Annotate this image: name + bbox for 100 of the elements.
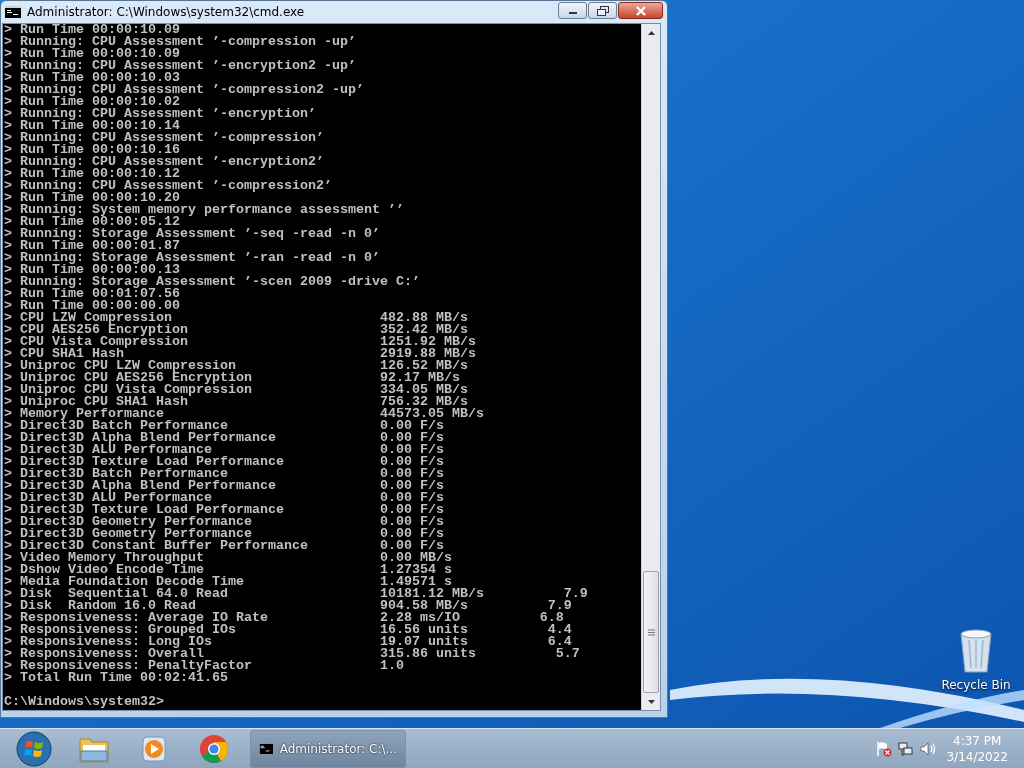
- result-value: 16.56 units: [379, 624, 468, 636]
- console-line: > Run Time 00:00:10.03: [4, 72, 180, 84]
- console-line: > Running: CPU Assessment ’-encryption’: [4, 108, 316, 120]
- result-score: 5.7: [555, 648, 580, 660]
- restore-icon: [596, 5, 609, 16]
- result-value: 10181.12 MB/s: [379, 588, 484, 600]
- result-value: 1251.92 MB/s: [379, 336, 476, 348]
- result-label: > Direct3D Batch Performance: [4, 420, 228, 432]
- result-value: 19.07 units: [379, 636, 468, 648]
- command-prompt[interactable]: C:\Windows\system32>: [4, 696, 164, 708]
- minimize-button[interactable]: [558, 2, 587, 19]
- result-value: 482.88 MB/s: [379, 312, 468, 324]
- console-line: > Run Time 00:00:10.12: [4, 168, 180, 180]
- result-label: > Memory Performance: [4, 408, 164, 420]
- result-label: > Dshow Video Encode Time: [4, 564, 205, 576]
- scroll-down-icon[interactable]: [647, 699, 655, 704]
- result-value: 334.05 MB/s: [379, 384, 468, 396]
- console-line: > Run Time 00:00:00.13: [4, 264, 180, 276]
- result-label: > Media Foundation Decode Time: [4, 576, 245, 588]
- media-player-icon[interactable]: [140, 734, 168, 763]
- result-value: 92.17 MB/s: [379, 372, 460, 384]
- window-title: Administrator: C:\Windows\system32\cmd.exe: [27, 5, 306, 19]
- result-label: > CPU Vista Compression: [4, 336, 189, 348]
- console-line: > Running: CPU Assessment ’-compression -up’: [4, 36, 356, 48]
- result-label: > CPU LZW Compression: [4, 312, 172, 324]
- result-value: 2919.88 MB/s: [379, 348, 476, 360]
- result-label: > Direct3D Batch Performance: [4, 468, 228, 480]
- result-score: 7.9: [547, 600, 572, 612]
- console-line: > Running: Storage Assessment ’-scen 2009 -drive C:’: [4, 276, 420, 288]
- result-value: 0.00 MB/s: [379, 552, 452, 564]
- result-value: 0.00 F/s: [379, 516, 444, 528]
- result-label: > Responsiveness: PenaltyFactor: [4, 660, 253, 672]
- result-value: 0.00 F/s: [379, 432, 444, 444]
- result-value: 1.49571 s: [379, 576, 452, 588]
- result-value: 44573.05 MB/s: [379, 408, 484, 420]
- close-icon: [634, 5, 647, 16]
- scroll-up-icon[interactable]: [647, 30, 655, 35]
- result-label: > Direct3D Alpha Blend Performance: [4, 480, 277, 492]
- network-icon[interactable]: [898, 740, 915, 757]
- result-label: > CPU SHA1 Hash: [4, 348, 124, 360]
- result-value: 315.86 units: [379, 648, 476, 660]
- result-label: > Disk Random 16.0 Read: [4, 600, 196, 612]
- console-line: > Run Time 00:00:10.09: [4, 48, 180, 60]
- scrollbar[interactable]: [641, 24, 660, 710]
- result-label: > Direct3D Geometry Performance: [4, 528, 252, 540]
- result-label: > Responsiveness: Grouped IOs: [4, 624, 237, 636]
- result-label: > Video Memory Throughput: [4, 552, 205, 564]
- console-line: > Running: Storage Assessment ’-ran -read -n 0’: [4, 252, 380, 264]
- result-value: 126.52 MB/s: [379, 360, 468, 372]
- result-score: 6.4: [547, 636, 572, 648]
- result-label: > CPU AES256 Encryption: [4, 324, 189, 336]
- console-line: > Run Time 00:00:10.16: [4, 144, 180, 156]
- result-value: 0.00 F/s: [379, 444, 444, 456]
- result-value: 0.00 F/s: [379, 480, 444, 492]
- result-label: > Direct3D Constant Buffer Performance: [4, 540, 309, 552]
- result-value: 756.32 MB/s: [379, 396, 468, 408]
- console-line: > Running: System memory performance assessment ’’: [4, 204, 404, 216]
- result-value: 0.00 F/s: [379, 456, 444, 468]
- result-value: 0.00 F/s: [379, 540, 444, 552]
- result-label: > Direct3D Texture Load Performance: [4, 504, 285, 516]
- console-line: > Running: CPU Assessment ’-encryption2’: [4, 156, 324, 168]
- scroll-thumb[interactable]: [643, 571, 659, 693]
- result-value: 0.00 F/s: [379, 528, 444, 540]
- result-value: 904.58 MB/s: [379, 600, 468, 612]
- result-score: 7.9: [563, 588, 588, 600]
- trash-bin-icon[interactable]: [958, 628, 994, 674]
- console-line: > Running: CPU Assessment ’-compression2 -up’: [4, 84, 364, 96]
- result-label: > Direct3D ALU Performance: [4, 444, 212, 456]
- result-value: 0.00 F/s: [379, 420, 444, 432]
- console-line: > Run Time 00:00:10.09: [4, 24, 180, 36]
- result-label: > Uniproc CPU SHA1 Hash: [4, 396, 188, 408]
- result-value: 1.27354 s: [379, 564, 452, 576]
- close-button[interactable]: [618, 2, 663, 19]
- icon-label[interactable]: Recycle Bin: [941, 678, 1011, 692]
- console-line: > Run Time 00:00:00.00: [4, 300, 180, 312]
- result-label: > Responsiveness: Overall: [4, 648, 204, 660]
- browser-icon[interactable]: [199, 733, 229, 764]
- result-value: 0.00 F/s: [379, 468, 444, 480]
- console-line: > Running: CPU Assessment ’-encryption2 -up’: [4, 60, 356, 72]
- result-score: 4.4: [547, 624, 572, 636]
- result-value: 0.00 F/s: [379, 504, 444, 516]
- result-score: 6.8: [539, 612, 564, 624]
- result-value: 0.00 F/s: [379, 492, 444, 504]
- start-button[interactable]: [15, 729, 53, 768]
- console-line: > Run Time 00:00:10.20: [4, 192, 180, 204]
- result-label: > Direct3D Texture Load Performance: [4, 456, 285, 468]
- console-line: > Running: CPU Assessment ’-compression’: [4, 132, 324, 144]
- restore-button[interactable]: [588, 2, 617, 19]
- flag-icon[interactable]: [876, 740, 893, 757]
- console-line: > Run Time 00:01:07.56: [4, 288, 180, 300]
- console-line: > Run Time 00:00:01.87: [4, 240, 180, 252]
- result-value: 1.0: [379, 660, 404, 672]
- result-label: > Responsiveness: Long IOs: [4, 636, 213, 648]
- result-value: 352.42 MB/s: [379, 324, 468, 336]
- result-label: > Disk Sequential 64.0 Read: [4, 588, 229, 600]
- result-label: > Uniproc CPU LZW Compression: [4, 360, 236, 372]
- console-line: > Running: Storage Assessment ’-seq -read -n 0’: [4, 228, 380, 240]
- console-line: > Total Run Time 00:02:41.65: [4, 672, 228, 684]
- result-label: > Uniproc CPU Vista Compression: [4, 384, 253, 396]
- result-label: > Direct3D ALU Performance: [4, 492, 212, 504]
